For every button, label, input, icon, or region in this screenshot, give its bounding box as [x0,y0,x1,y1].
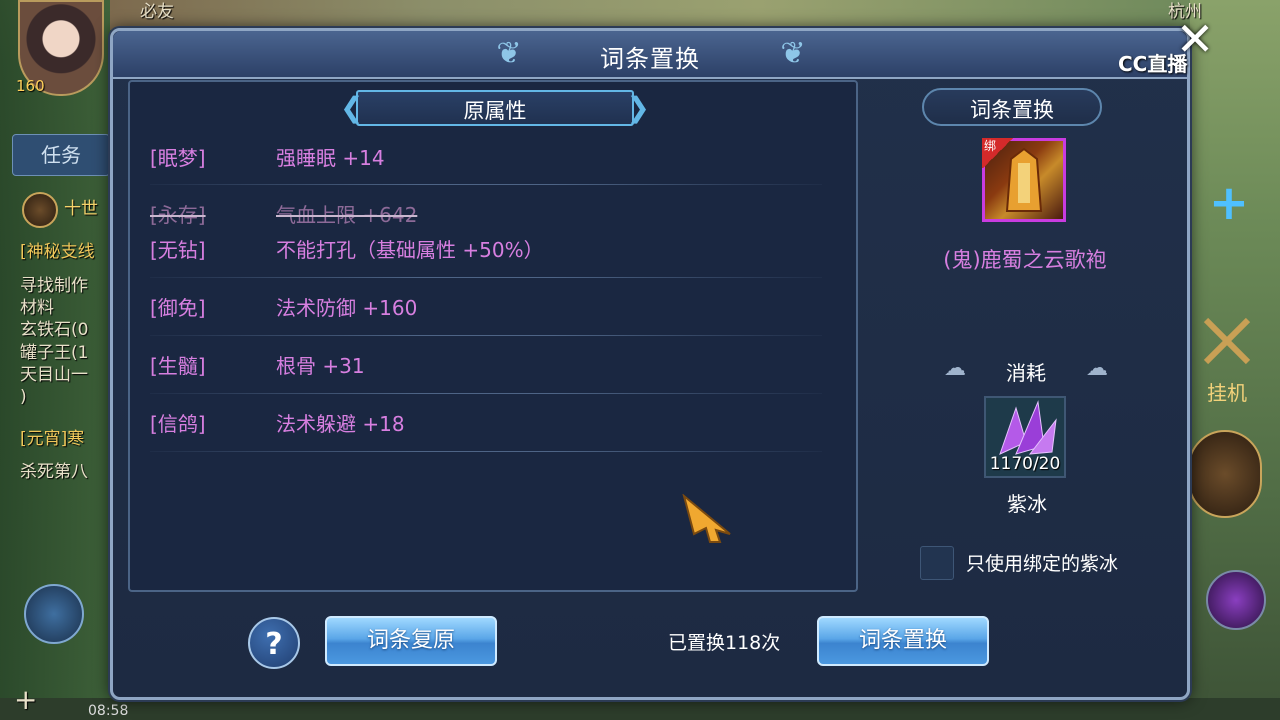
attribute-tag: [眠梦] [150,146,206,170]
attribute-tag: [信鸽] [150,412,206,436]
original-attributes-header: ❮ ❯ 原属性 [340,88,650,128]
equipment-slot[interactable]: 绑 [982,138,1066,222]
attribute-row: [生髓] 根骨 +31 [150,350,830,384]
quest-text-3: 材料 [20,298,54,318]
item-name: (鬼)鹿蜀之云歌袍 [943,248,1107,272]
attribute-row: [眠梦] 强睡眠 +14 [150,142,830,176]
material-name: 紫冰 [1007,492,1047,516]
attribute-tag: [无钻] [150,238,206,262]
add-icon[interactable]: + [14,686,37,714]
quest-icon[interactable] [22,192,58,228]
attribute-tag: [生髓] [150,354,206,378]
row-divider [150,451,822,452]
attribute-row-struck: [永存] 气血上限 +642 [150,199,830,233]
attribute-value: 根骨 +31 [276,354,365,378]
title-bar: ❦ 词条置换 ❦ [113,31,1187,79]
bottom-hud-strip [0,698,1280,720]
swap-count-text: 已置换118次 [668,632,781,654]
plus-icon[interactable]: + [1204,178,1254,228]
close-icon[interactable]: ✕ [1170,14,1220,64]
only-bound-label: 只使用绑定的紫冰 [966,553,1119,575]
swap-header: 词条置换 [912,84,1112,130]
attribute-value: 法术防御 +160 [276,296,418,320]
quest-text-1: [神秘支线 [20,242,95,262]
dialog-title: 词条置换 [600,45,700,73]
bound-badge: 绑 [982,138,1014,168]
attribute-value: 不能打孔（基础属性 +50%） [276,238,544,262]
orb-icon[interactable] [1206,570,1266,630]
attribute-row: [无钻] 不能打孔（基础属性 +50%） [150,234,830,268]
attribute-row: [御免] 法术防御 +160 [150,292,830,326]
row-divider [150,184,822,185]
auto-battle-button[interactable]: 挂机 [1196,310,1258,405]
crossed-swords-icon [1203,317,1251,365]
auto-battle-label: 挂机 [1207,381,1247,405]
row-divider [150,335,822,336]
title-ornament-right-icon: ❦ [780,36,806,71]
top-left-text: 必友 [140,2,174,22]
pointer-cursor-icon [682,494,731,543]
task-tab[interactable]: 任务 [12,134,110,176]
attribute-value: 法术躲避 +18 [276,412,405,436]
quest-text-8: [元宵]寒 [20,429,85,449]
quest-text-6: 天目山一 [20,365,88,385]
restore-terms-button[interactable]: 词条复原 [325,616,497,666]
swap-terms-button[interactable]: 词条置换 [817,616,989,666]
quest-text-4: 玄铁石(0 [20,320,89,340]
swap-header-label: 词条置换 [970,98,1054,122]
attribute-value: 强睡眠 +14 [276,146,385,170]
attribute-value: 气血上限 +642 [276,203,418,227]
row-divider [150,277,822,278]
quest-text-5: 罐子王(1 [20,343,89,363]
consume-header: ☁ 消耗 ☁ [920,352,1132,386]
cloud-ornament-right-icon: ☁ [1086,356,1108,381]
purple-ice-crystal-icon [999,400,1057,455]
row-divider [150,393,822,394]
quest-text-0: 十世 [64,199,98,219]
header-label: 原属性 [463,99,527,123]
attribute-row: [信鸽] 法术躲避 +18 [150,408,830,442]
clock: 08:58 [88,703,129,719]
joystick-icon[interactable] [24,584,84,644]
player-level: 160 [16,77,45,95]
help-button[interactable]: ? [248,617,300,669]
quest-text-9: 杀死第八 [20,462,88,482]
attribute-tag: [永存] [150,203,206,227]
material-slot[interactable]: 1170/20 [984,396,1066,478]
attribute-tag: [御免] [150,296,206,320]
top-hud-strip [110,0,1190,30]
only-bound-checkbox[interactable] [920,546,954,580]
character-portrait-icon[interactable] [1188,430,1262,518]
quest-text-2: 寻找制作 [20,276,88,296]
quest-text-7: ) [20,387,27,407]
material-count: 1170/20 [989,454,1061,474]
